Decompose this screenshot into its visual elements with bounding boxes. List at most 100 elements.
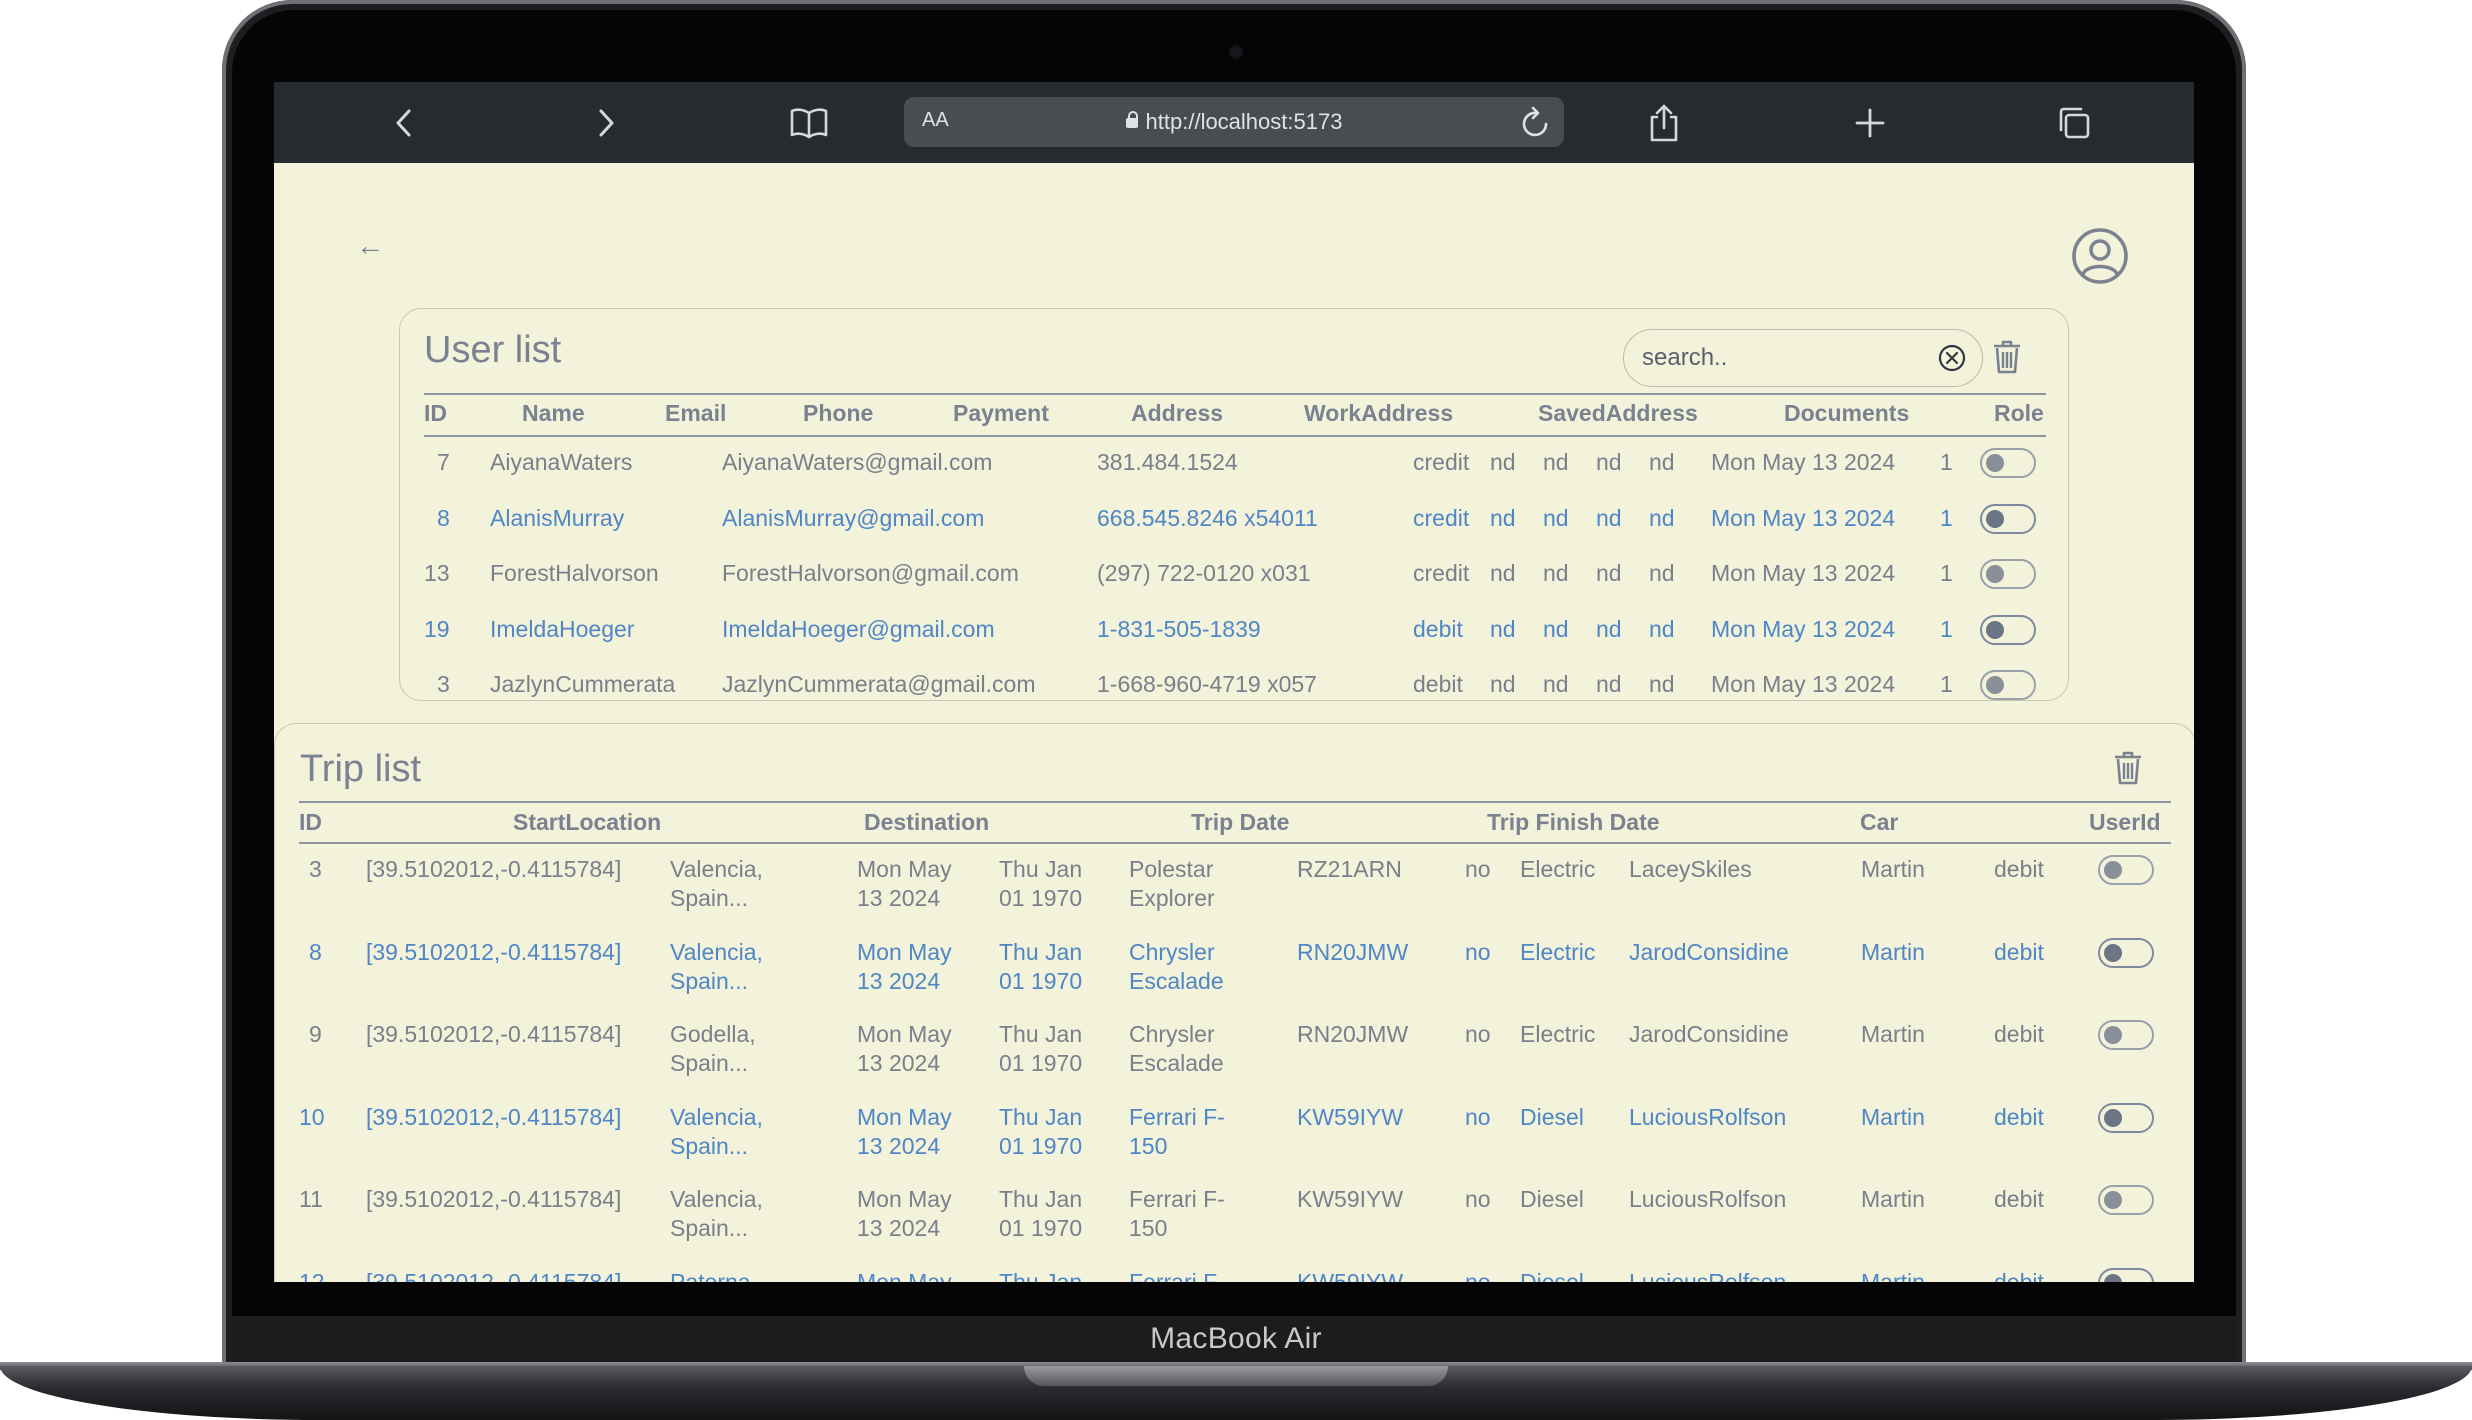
trip-plate: RN20JMW — [1297, 1021, 1409, 1047]
role-toggle[interactable] — [1980, 503, 2036, 534]
role-toggle[interactable] — [1980, 670, 2036, 700]
tabs-overview-button[interactable] — [2044, 82, 2104, 163]
trip-finish-date: Thu Jan — [999, 938, 1083, 965]
device-label: MacBook Air — [1150, 1322, 1322, 1355]
trip-car-model: Chrysler — [1129, 938, 1215, 965]
trip-driver: LuciousRolfson — [1629, 1268, 1787, 1283]
trip-id: 10 — [299, 1103, 325, 1130]
trip-finish-date: 01 1970 — [999, 1132, 1083, 1159]
trip-toggle[interactable] — [2098, 1267, 2154, 1282]
trip-header-top-rule — [299, 801, 2171, 803]
user-col-savedaddress[interactable]: SavedAddress — [1538, 400, 1698, 427]
user-workaddress: nd — [1543, 560, 1569, 586]
trip-toggle[interactable] — [2098, 855, 2154, 885]
user-id: 19 — [424, 615, 450, 642]
reload-button[interactable] — [1520, 105, 1552, 144]
trip-col-id[interactable]: ID — [299, 809, 322, 836]
trip-col-finishdate[interactable]: Trip Finish Date — [1487, 809, 1660, 836]
user-col-workaddress[interactable]: WorkAddress — [1304, 400, 1453, 427]
user-role: 1 — [1940, 504, 1953, 531]
user-name: JazlynCummerata — [490, 671, 676, 697]
user-date: Mon May 13 2024 — [1711, 615, 1896, 642]
trip-car-model: Ferrari F- — [1129, 1268, 1225, 1283]
trip-col-userid[interactable]: UserId — [2089, 809, 2161, 836]
trip-col-destination[interactable]: Destination — [864, 809, 989, 836]
back-arrow-button[interactable]: ← — [356, 230, 384, 262]
delete-trips-button[interactable] — [2113, 750, 2143, 791]
trip-start-location: [39.5102012,-0.4115784] — [366, 1103, 622, 1130]
trip-flag: no — [1465, 1021, 1491, 1047]
trip-destination: Spain... — [670, 1050, 748, 1076]
trip-payment: debit — [1994, 1103, 2044, 1130]
back-button[interactable] — [374, 82, 434, 163]
user-payment: credit — [1413, 560, 1470, 586]
user-address: nd — [1490, 449, 1516, 475]
trip-date: Mon May — [857, 1103, 952, 1130]
user-date: Mon May 13 2024 — [1711, 504, 1896, 531]
trip-driver: LaceySkiles — [1629, 856, 1752, 882]
user-email: JazlynCummerata@gmail.com — [722, 671, 1036, 697]
trip-car-model: Ferrari F- — [1129, 1103, 1225, 1130]
user-col-role[interactable]: Role — [1994, 400, 2044, 427]
role-toggle[interactable] — [1980, 559, 2036, 589]
close-circle-icon — [1938, 344, 1966, 372]
user-col-name[interactable]: Name — [522, 400, 585, 427]
trip-toggle[interactable] — [2098, 1102, 2154, 1133]
trash-icon — [1994, 340, 2020, 374]
clear-search-button[interactable] — [1938, 344, 1966, 377]
delete-users-button[interactable] — [1992, 339, 2022, 380]
trip-plate: RN20JMW — [1297, 938, 1409, 965]
user-col-email[interactable]: Email — [665, 400, 726, 427]
trip-destination: Valencia, — [670, 856, 763, 882]
trip-car-model: 150 — [1129, 1132, 1168, 1159]
address-bar[interactable]: AA http://localhost:5173 — [904, 97, 1564, 147]
user-savedaddress: nd — [1596, 504, 1622, 531]
trip-finish-date: Thu Jan — [999, 1021, 1083, 1047]
user-col-documents[interactable]: Documents — [1784, 400, 1909, 427]
user-phone: 1-831-505-1839 — [1097, 615, 1261, 642]
profile-button[interactable] — [2071, 227, 2129, 290]
role-toggle[interactable] — [1980, 448, 2036, 478]
trip-toggle[interactable] — [2098, 1185, 2154, 1215]
user-header-top-rule — [424, 393, 2046, 395]
user-id: 13 — [424, 560, 450, 586]
trip-id: 11 — [299, 1186, 323, 1212]
trip-flag: no — [1465, 1103, 1491, 1130]
user-email: AlanisMurray@gmail.com — [722, 504, 985, 531]
search-input[interactable] — [1640, 342, 1924, 374]
lock-icon — [1125, 111, 1138, 128]
screen: AA http://localhost:5173 ← User list sea… — [274, 82, 2194, 1282]
user-payment: debit — [1413, 671, 1463, 697]
new-tab-button[interactable] — [1840, 82, 1900, 163]
trip-id: 9 — [309, 1021, 322, 1047]
trip-fuel: Diesel — [1520, 1103, 1584, 1130]
role-toggle[interactable] — [1980, 614, 2036, 645]
user-list-title: User list — [424, 329, 562, 371]
trip-user: Martin — [1861, 938, 1925, 965]
user-documents: nd — [1649, 449, 1675, 475]
user-address: nd — [1490, 671, 1516, 697]
user-role: 1 — [1940, 560, 1953, 586]
forward-button[interactable] — [576, 82, 636, 163]
user-address: nd — [1490, 504, 1516, 531]
user-col-id[interactable]: ID — [424, 400, 447, 427]
search-box — [1623, 329, 1983, 387]
user-col-payment[interactable]: Payment — [953, 400, 1049, 427]
bookmarks-button[interactable] — [774, 82, 844, 163]
trip-user: Martin — [1861, 1103, 1925, 1130]
trip-flag: no — [1465, 938, 1491, 965]
user-name: ForestHalvorson — [490, 560, 659, 586]
user-workaddress: nd — [1543, 504, 1569, 531]
trip-toggle[interactable] — [2098, 937, 2154, 968]
trip-col-tripdate[interactable]: Trip Date — [1191, 809, 1289, 836]
user-savedaddress: nd — [1596, 671, 1622, 697]
user-col-phone[interactable]: Phone — [803, 400, 873, 427]
trip-col-car[interactable]: Car — [1860, 809, 1898, 836]
user-col-address[interactable]: Address — [1131, 400, 1223, 427]
trip-col-startlocation[interactable]: StartLocation — [513, 809, 661, 836]
trip-toggle[interactable] — [2098, 1020, 2154, 1050]
trip-fuel: Electric — [1520, 856, 1596, 882]
trip-start-location: [39.5102012,-0.4115784] — [366, 1021, 622, 1047]
share-button[interactable] — [1634, 82, 1694, 163]
trip-user: Martin — [1861, 1021, 1925, 1047]
